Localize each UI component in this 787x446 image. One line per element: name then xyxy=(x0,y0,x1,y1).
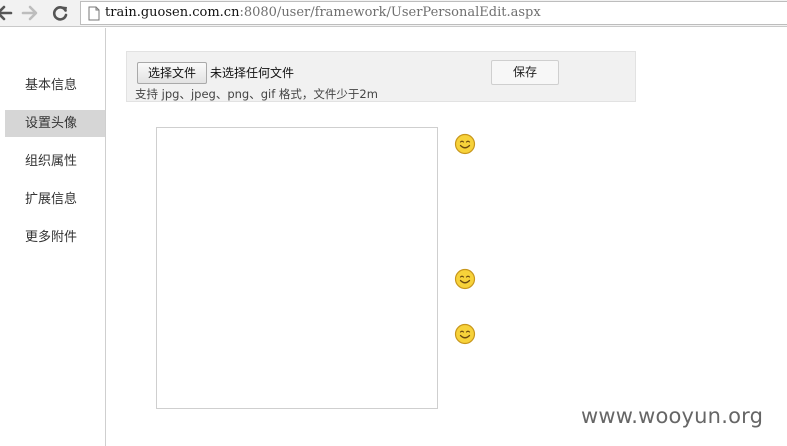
forward-arrow-icon[interactable] xyxy=(20,3,40,23)
reload-icon[interactable] xyxy=(50,3,70,23)
smiley-icon xyxy=(454,268,476,290)
browser-toolbar: train.guosen.com.cn:8080/user/framework/… xyxy=(0,0,787,27)
url-host: train.guosen.com.cn xyxy=(105,5,240,20)
address-bar[interactable]: train.guosen.com.cn:8080/user/framework/… xyxy=(80,1,787,25)
smiley-icon xyxy=(454,323,476,345)
save-button[interactable]: 保存 xyxy=(491,60,559,85)
sidebar: 基本信息 设置头像 组织属性 扩展信息 更多附件 xyxy=(0,28,106,446)
upload-hint: 支持 jpg、jpeg、png、gif 格式，文件少于2m xyxy=(135,87,378,101)
url-path: :8080/user/framework/UserPersonalEdit.as… xyxy=(239,5,541,20)
choose-file-button[interactable]: 选择文件 xyxy=(137,62,207,84)
avatar-preview-area xyxy=(156,127,438,409)
sidebar-item-extended-info[interactable]: 扩展信息 xyxy=(5,186,105,213)
sidebar-item-set-avatar[interactable]: 设置头像 xyxy=(5,110,105,137)
sidebar-item-basic-info[interactable]: 基本信息 xyxy=(5,72,105,99)
back-arrow-icon[interactable] xyxy=(0,3,14,23)
sidebar-item-org-attributes[interactable]: 组织属性 xyxy=(5,148,105,175)
page-icon xyxy=(88,6,100,21)
avatar-upload-panel: 选择文件 未选择任何文件 保存 支持 jpg、jpeg、png、gif 格式，文… xyxy=(126,51,636,102)
sidebar-item-more-attachments[interactable]: 更多附件 xyxy=(5,224,105,251)
watermark-text: www.wooyun.org xyxy=(581,404,764,428)
smiley-icon xyxy=(454,133,476,155)
file-status-text: 未选择任何文件 xyxy=(210,66,295,80)
url-text: train.guosen.com.cn:8080/user/framework/… xyxy=(105,5,541,21)
